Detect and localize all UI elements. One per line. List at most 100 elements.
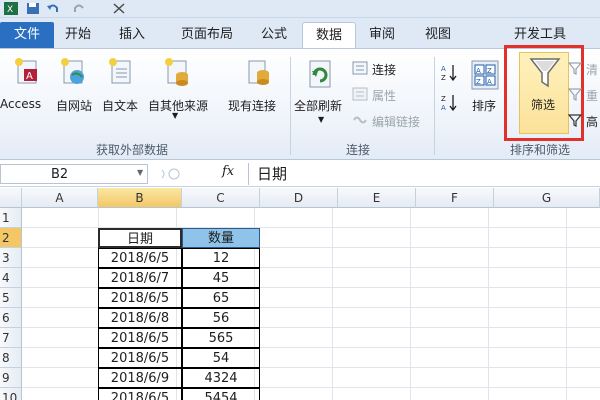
row-header-8[interactable]: 8 [0,348,22,368]
chevron-down-icon[interactable]: ▼ [172,111,178,120]
connections-icon[interactable] [352,61,368,75]
table-cell-qty[interactable]: 4324 [182,368,260,388]
row-header-6[interactable]: 6 [0,308,22,328]
connections-button[interactable]: 连接 [372,61,396,78]
cell-b2-header-date[interactable]: 日期 [98,228,182,248]
chevron-down-icon[interactable]: ▼ [318,115,324,124]
table-cell-date[interactable]: 2018/6/7 [98,268,182,288]
table-cell-qty[interactable]: 5454 [182,388,260,400]
sort-button[interactable]: 排序 [472,97,496,114]
row-header-5[interactable]: 5 [0,288,22,308]
sort-asc-icon[interactable]: A Z [440,63,458,81]
web-icon[interactable] [60,57,88,87]
tab-data[interactable]: 数据 [302,22,356,48]
name-box[interactable]: B2 ▼ [0,164,148,184]
table-cell-date[interactable]: 2018/6/5 [98,348,182,368]
row-header-9[interactable]: 9 [0,368,22,388]
tab-page-layout[interactable]: 页面布局 [172,22,242,48]
column-header-f[interactable]: F [416,188,494,208]
existing-connections-button[interactable]: 现有连接 [228,97,276,114]
group-label-sort-filter: 排序和筛选 [510,143,571,157]
filter-button-label: 筛选 [531,98,556,112]
reapply-icon [568,88,582,101]
tab-home[interactable]: 开始 [60,22,96,48]
svg-text:Z: Z [487,67,492,75]
customize-icon[interactable] [112,2,126,15]
column-header-d[interactable]: D [260,188,338,208]
svg-text:A: A [441,104,446,111]
table-cell-qty[interactable]: 45 [182,268,260,288]
svg-text:Z: Z [476,78,481,86]
ribbon-data: A Access 自网站 自文本 自其他来源 ▼ 现有连接 获取外部数据 全部刷… [0,45,600,160]
reapply-button: 重 [586,89,599,103]
tab-insert[interactable]: 插入 [114,22,150,48]
svg-text:X: X [7,5,13,15]
row-header-4[interactable]: 4 [0,268,22,288]
text-file-icon[interactable] [108,57,134,87]
row-header-2[interactable]: 2 [0,228,22,248]
table-cell-date[interactable]: 2018/6/9 [98,368,182,388]
excel-logo-icon: X [4,2,18,15]
chevron-down-icon[interactable]: ▼ [137,168,143,177]
svg-text:Z: Z [441,74,446,81]
formula-input[interactable]: 日期 [248,163,600,185]
table-cell-qty[interactable]: 12 [182,248,260,268]
group-label-external-data: 获取外部数据 [96,143,169,157]
sort-desc-icon[interactable]: Z A [440,93,458,111]
refresh-all-button[interactable]: 全部刷新 [294,97,342,114]
select-all-corner[interactable] [0,188,22,208]
column-header-a[interactable]: A [22,188,98,208]
tab-review[interactable]: 审阅 [364,22,400,48]
table-cell-qty[interactable]: 56 [182,308,260,328]
svg-text:A: A [441,65,446,73]
properties-icon [352,87,368,101]
svg-text:A: A [26,71,33,82]
other-sources-icon[interactable] [164,57,192,87]
table-cell-qty[interactable]: 65 [182,288,260,308]
access-button[interactable]: Access [0,97,41,111]
table-cell-qty[interactable]: 565 [182,328,260,348]
column-header-e[interactable]: E [338,188,416,208]
svg-text:A: A [476,67,481,75]
group-separator [290,57,291,155]
column-header-b[interactable]: B [98,188,182,208]
access-icon[interactable]: A [14,57,40,87]
formula-divider-icon [161,168,180,180]
name-box-value: B2 [51,167,69,182]
svg-text:A: A [487,78,492,86]
from-text-button[interactable]: 自文本 [102,97,138,114]
sort-dialog-icon[interactable]: A Z Z A [470,59,500,91]
cell-c2-header-qty[interactable]: 数量 [182,228,260,248]
tab-file[interactable]: 文件 [0,22,54,48]
from-web-button[interactable]: 自网站 [56,97,92,114]
table-cell-date[interactable]: 2018/6/5 [98,248,182,268]
edit-links-button: 编辑链接 [372,115,421,129]
ribbon-tabs: 文件 开始 插入 页面布局 公式 数据 审阅 视图 开发工具 [0,18,600,48]
table-cell-date[interactable]: 2018/6/8 [98,308,182,328]
tab-formulas[interactable]: 公式 [256,22,292,48]
column-header-g[interactable]: G [494,188,600,208]
group-separator [434,57,435,155]
undo-icon[interactable] [46,2,60,15]
filter-funnel-icon [529,58,561,88]
column-header-c[interactable]: C [182,188,260,208]
save-icon[interactable] [26,2,40,15]
row-header-3[interactable]: 3 [0,248,22,268]
row-header-7[interactable]: 7 [0,328,22,348]
advanced-filter-icon[interactable] [568,113,582,127]
table-cell-date[interactable]: 2018/6/5 [98,388,182,400]
fx-icon[interactable]: fx [222,164,234,179]
advanced-filter-button[interactable]: 高 [586,113,598,130]
formula-bar: B2 ▼ fx 日期 [0,161,600,187]
row-header-1[interactable]: 1 [0,208,22,228]
table-cell-qty[interactable]: 54 [182,348,260,368]
quick-access-toolbar: X [0,0,600,18]
redo-icon[interactable] [72,2,86,15]
svg-text:Z: Z [441,95,446,103]
tab-view[interactable]: 视图 [420,22,456,48]
table-cell-date[interactable]: 2018/6/5 [98,288,182,308]
row-header-10[interactable]: 10 [0,388,22,400]
table-cell-date[interactable]: 2018/6/5 [98,328,182,348]
refresh-icon[interactable] [306,59,336,91]
existing-connections-icon[interactable] [246,57,272,87]
